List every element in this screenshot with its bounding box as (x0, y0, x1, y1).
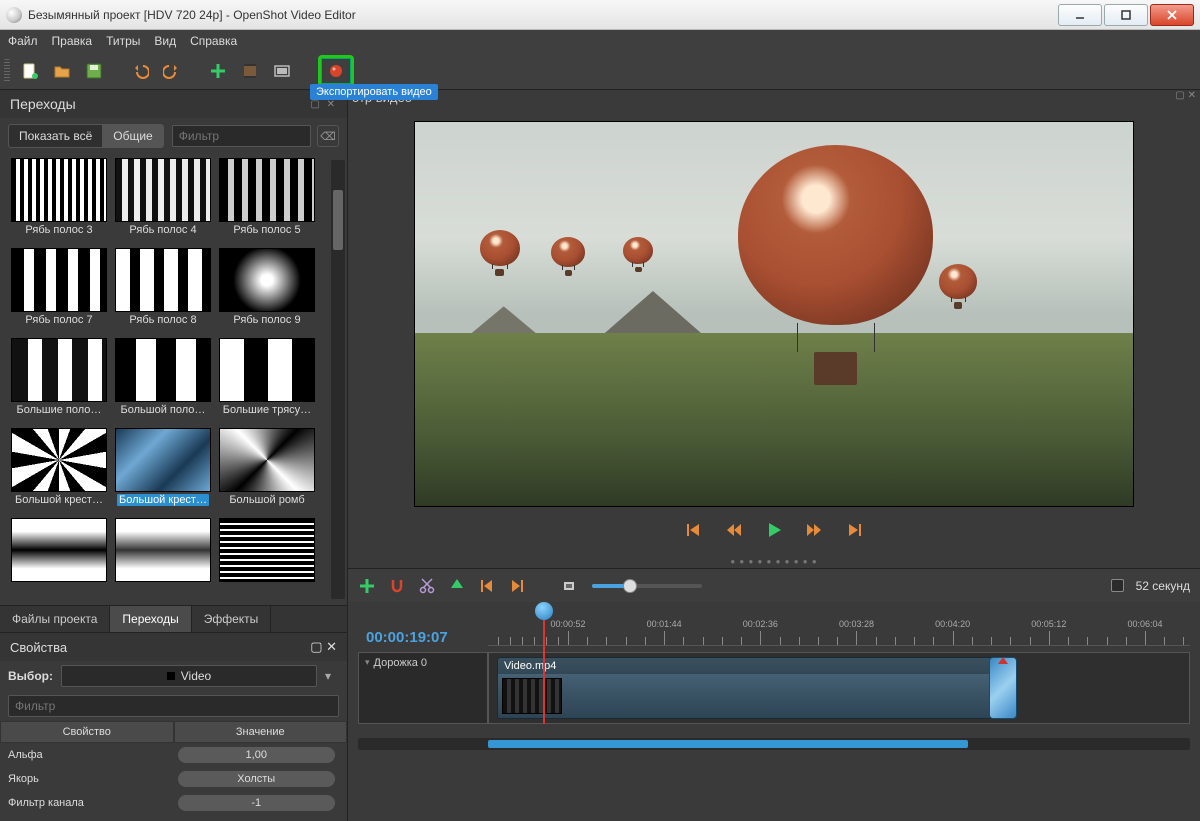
video-clip[interactable]: Video.mp4 (497, 657, 1005, 719)
panel-controls-icon[interactable]: ▢ ✕ (1175, 90, 1196, 105)
open-project-button[interactable] (50, 59, 74, 83)
menu-edit[interactable]: Правка (52, 34, 93, 48)
transition-clip[interactable] (989, 657, 1017, 719)
ruler-label: 00:05:12 (1031, 619, 1066, 629)
transitions-panel-title: Переходы ▢ ✕ (0, 90, 347, 118)
menu-help[interactable]: Справка (190, 34, 237, 48)
toolbar-grip[interactable] (4, 59, 10, 83)
app-icon (6, 7, 22, 23)
filter-common[interactable]: Общие (103, 124, 163, 148)
ruler-label: 00:00:52 (550, 619, 585, 629)
splitter-handle[interactable]: ● ● ● ● ● ● ● ● ● ● (348, 555, 1200, 568)
export-tooltip: Экспортировать видео (310, 84, 438, 100)
window-titlebar: Безымянный проект [HDV 720 24p] - OpenSh… (0, 0, 1200, 30)
transitions-filter-input[interactable] (172, 125, 311, 147)
rewind-button[interactable] (725, 521, 743, 539)
menu-view[interactable]: Вид (154, 34, 176, 48)
new-project-button[interactable] (18, 59, 42, 83)
window-maximize-button[interactable] (1104, 4, 1148, 26)
transition-item[interactable]: Большой крест… (15, 494, 103, 506)
ruler-label: 00:01:44 (647, 619, 682, 629)
menu-file[interactable]: Файл (8, 34, 38, 48)
transition-item[interactable]: Рябь полос 4 (129, 224, 196, 236)
transition-item[interactable]: Рябь полос 7 (25, 314, 92, 326)
playhead[interactable] (543, 604, 545, 724)
panel-controls-icon[interactable]: ▢ ✕ (310, 99, 337, 110)
transition-item[interactable]: Большой ромб (229, 494, 304, 506)
menu-titles[interactable]: Титры (106, 34, 140, 48)
transition-item[interactable]: Рябь полос 9 (233, 314, 300, 326)
transition-item-selected[interactable]: Большой крест… (117, 494, 209, 506)
add-track-button[interactable] (358, 577, 376, 595)
properties-panel-title: Свойства ▢ ✕ (0, 632, 347, 661)
prop-name: Якорь (0, 773, 166, 785)
forward-button[interactable] (805, 521, 823, 539)
timeline-toolbar: 52 секунд (348, 568, 1200, 602)
transition-item[interactable]: Рябь полос 8 (129, 314, 196, 326)
transition-item[interactable]: Рябь полос 5 (233, 224, 300, 236)
chevron-down-icon: ▾ (325, 669, 339, 683)
selection-label: Выбор: (8, 669, 53, 683)
ruler-label: 00:04:20 (935, 619, 970, 629)
next-marker-button[interactable] (508, 577, 526, 595)
import-files-button[interactable] (206, 59, 230, 83)
window-close-button[interactable] (1150, 4, 1194, 26)
razor-button[interactable] (418, 577, 436, 595)
export-video-button[interactable] (318, 55, 354, 87)
prop-value[interactable]: -1 (178, 795, 336, 811)
undo-button[interactable] (128, 59, 152, 83)
clear-filter-button[interactable]: ⌫ (317, 125, 339, 147)
add-marker-button[interactable] (448, 577, 466, 595)
transition-item[interactable]: Рябь полос 3 (25, 224, 92, 236)
tab-transitions[interactable]: Переходы (110, 606, 191, 632)
transition-item[interactable]: Большие поло… (17, 404, 102, 416)
transitions-grid: Рябь полос 3 Рябь полос 4 Рябь полос 5 Р… (0, 154, 347, 605)
prop-value[interactable]: 1,00 (178, 747, 336, 763)
filter-show-all[interactable]: Показать всё (8, 124, 103, 148)
menubar: Файл Правка Титры Вид Справка (0, 30, 1200, 52)
timeline-current-time: 00:00:19:07 (358, 629, 488, 646)
timeline[interactable]: 00:00:19:07 00:00:5200:01:4400:02:3600:0… (348, 602, 1200, 821)
save-project-button[interactable] (82, 59, 106, 83)
timeline-scrollbar[interactable] (358, 738, 1190, 750)
window-title: Безымянный проект [HDV 720 24p] - OpenSh… (28, 8, 1058, 22)
transition-item[interactable]: Большой поло… (121, 404, 206, 416)
timeline-ruler[interactable]: 00:00:52 00:01:44 00:02:36 00:03:28 00:04:20… (488, 608, 1190, 646)
col-value[interactable]: Значение (174, 721, 348, 743)
clip-thumbnail (502, 678, 562, 714)
main-toolbar: Экспортировать видео (0, 52, 1200, 90)
profile-button[interactable] (238, 59, 262, 83)
track-body[interactable]: Video.mp4 (488, 652, 1190, 724)
play-button[interactable] (765, 521, 783, 539)
panel-controls-icon[interactable]: ▢ ✕ (310, 639, 337, 655)
jump-start-button[interactable] (685, 521, 703, 539)
prop-name: Альфа (0, 749, 166, 761)
duration-checkbox[interactable] (1111, 579, 1124, 592)
transitions-scrollbar[interactable] (331, 160, 345, 599)
timeline-duration: 52 секунд (1136, 579, 1190, 593)
jump-end-button[interactable] (845, 521, 863, 539)
video-preview[interactable] (414, 121, 1134, 507)
ruler-label: 00:06:04 (1127, 619, 1162, 629)
snap-button[interactable] (388, 577, 406, 595)
transition-item[interactable]: Большие трясу… (223, 404, 311, 416)
fullscreen-button[interactable] (270, 59, 294, 83)
tab-project-files[interactable]: Файлы проекта (0, 606, 110, 632)
ruler-label: 00:02:36 (743, 619, 778, 629)
prop-name: Фильтр канала (0, 797, 166, 809)
col-property[interactable]: Свойство (0, 721, 174, 743)
prev-marker-button[interactable] (478, 577, 496, 595)
track-header[interactable]: ▾Дорожка 0 (358, 652, 488, 724)
zoom-label-icon (562, 577, 580, 595)
window-minimize-button[interactable] (1058, 4, 1102, 26)
properties-filter-input[interactable] (8, 695, 339, 717)
redo-button[interactable] (160, 59, 184, 83)
ruler-label: 00:03:28 (839, 619, 874, 629)
selection-dropdown[interactable]: Video (61, 665, 317, 687)
tab-effects[interactable]: Эффекты (192, 606, 272, 632)
prop-value[interactable]: Холсты (178, 771, 336, 787)
zoom-slider[interactable] (592, 584, 702, 588)
